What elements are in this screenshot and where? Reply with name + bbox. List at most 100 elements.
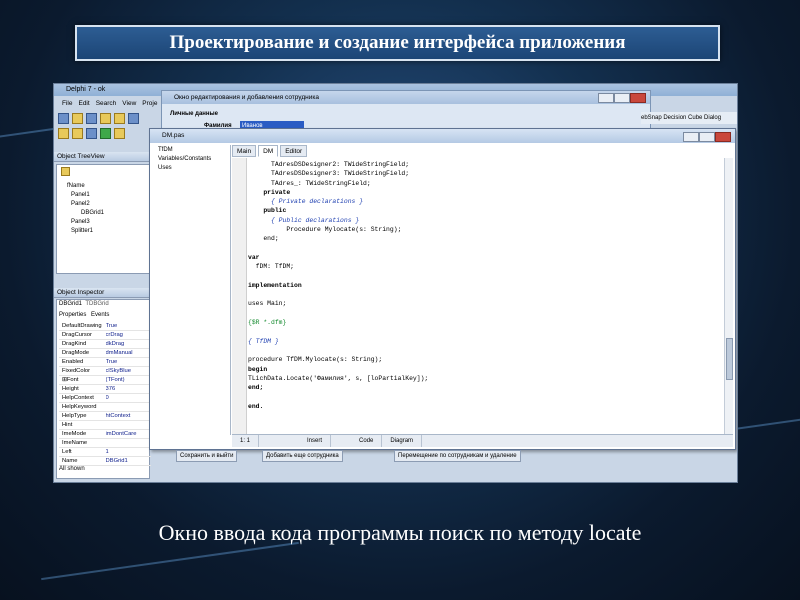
property-row[interactable]: ImeMode imDontCare [59,430,151,439]
code-area[interactable]: TAdresDSDesigner2: TWideStringField; TAd… [248,160,718,435]
code-line: uses Main; [248,300,287,308]
menu-file[interactable]: File [62,98,72,110]
property-row[interactable]: HelpKeyword [59,403,151,412]
tree-item[interactable]: Panel2 [71,201,90,207]
units-icon[interactable] [58,128,69,139]
property-row[interactable]: DragKind dkDrag [59,340,151,349]
property-name: Left [62,449,72,455]
property-row[interactable]: ⊞Font (TFont) [59,376,151,385]
property-value[interactable]: 376 [106,385,151,393]
tree-toolbar-icon[interactable] [61,167,70,176]
menu-edit[interactable]: Edit [78,98,89,110]
tab-dm[interactable]: DM [258,145,279,157]
insert-mode: Insert [299,435,332,447]
property-row[interactable]: ImeName [59,439,151,448]
open-icon[interactable] [72,113,83,124]
property-row[interactable]: Hint [59,421,151,430]
property-row[interactable]: HelpType htContext [59,412,151,421]
property-row[interactable]: FixedColor clSkyBlue [59,367,151,376]
minimize-icon[interactable] [683,132,699,142]
navigate-button[interactable]: Перемещение по сотрудникам и удаление [394,450,521,462]
close-icon[interactable] [630,93,646,103]
property-row[interactable]: HelpContext 0 [59,394,151,403]
property-name: DragKind [62,341,87,347]
property-value[interactable] [106,439,151,447]
property-value[interactable]: dmManual [106,349,151,357]
inspector-area: DBGrid1 TDBGrid Properties Events Defaul… [56,299,151,479]
inspector-object-select[interactable]: DBGrid1 TDBGrid [59,301,109,307]
property-row[interactable]: DragMode dmManual [59,349,151,358]
property-row[interactable]: Left 1 [59,448,151,457]
explorer-item[interactable]: Variables/Constants [158,156,211,162]
tab-properties[interactable]: Properties [59,312,86,318]
property-value[interactable]: htContext [106,412,151,420]
delphi-menu: File Edit Search View Proje [54,98,162,110]
code-line: procedure TfDM.Mylocate(s: String); [248,356,383,364]
tab-diagram[interactable]: Diagram [382,435,423,447]
property-row[interactable]: DragCursor crDrag [59,331,151,340]
property-name: HelpContext [62,395,94,401]
property-value[interactable]: crDrag [106,331,151,339]
property-value[interactable]: (TFont) [106,376,151,384]
code-line: { TfDM } [248,337,279,345]
property-value[interactable]: DBGrid1 [106,457,151,465]
explorer-item[interactable]: TfDM [158,147,173,153]
scroll-thumb[interactable] [726,338,733,380]
code-line: TAdres_: TWideStringField; [248,179,371,187]
remove-icon[interactable] [128,113,139,124]
open-project-icon[interactable] [114,113,125,124]
save-exit-button[interactable]: Сохранить и выйти [176,450,238,462]
component-palette[interactable]: ebSnap Decision Cube Dialog [641,112,737,124]
tab-main[interactable]: Main [232,145,257,157]
property-name: DefaultDrawing [62,323,102,329]
property-value[interactable]: 1 [106,448,151,456]
property-row[interactable]: DefaultDrawing True [59,322,151,331]
add-employee-button[interactable]: Добавить еще сотрудника [262,450,343,462]
property-value[interactable]: imDontCare [106,430,151,438]
code-line: private [248,188,291,196]
tab-editor[interactable]: Editor [280,145,308,157]
menu-view[interactable]: View [122,98,136,110]
close-icon[interactable] [715,132,731,142]
tree-item[interactable]: Panel3 [71,219,90,225]
property-name: ImeMode [62,431,87,437]
toolbar-debug [58,127,125,140]
editor-status-bar: 1: 1 Insert Code Diagram [232,434,733,447]
toggle-icon[interactable] [86,128,97,139]
tree-item[interactable]: Splitter1 [71,228,93,234]
property-name: Name [62,458,78,464]
property-value[interactable]: clSkyBlue [106,367,151,375]
tree-item[interactable]: DBGrid1 [81,210,104,216]
property-row[interactable]: Enabled True [59,358,151,367]
property-value[interactable]: 0 [106,394,151,402]
property-name: ⊞Font [62,377,79,383]
maximize-icon[interactable] [699,132,715,142]
property-value[interactable] [106,421,151,429]
property-value[interactable]: True [106,322,151,330]
tree-item[interactable]: fName [67,183,85,189]
property-row[interactable]: Height 376 [59,385,151,394]
pause-icon[interactable] [114,128,125,139]
save-icon[interactable] [86,113,97,124]
menu-search[interactable]: Search [96,98,117,110]
code-line: TAdresDSDesigner3: TWideStringField; [248,170,410,178]
minimize-icon[interactable] [598,93,614,103]
cursor-position: 1: 1 [232,435,260,447]
tree-item[interactable]: Panel1 [71,192,90,198]
property-value[interactable]: dkDrag [106,340,151,348]
property-value[interactable]: True [106,358,151,366]
tab-events[interactable]: Events [91,312,109,318]
explorer-item[interactable]: Uses [158,165,172,171]
maximize-icon[interactable] [614,93,630,103]
menu-project[interactable]: Proje [142,98,157,110]
forms-icon[interactable] [72,128,83,139]
property-value[interactable] [106,403,151,411]
slide-caption: Окно ввода кода программы поиск по метод… [158,520,642,545]
run-icon[interactable] [100,128,111,139]
new-icon[interactable] [58,113,69,124]
save-all-icon[interactable] [100,113,111,124]
property-row[interactable]: Name DBGrid1 [59,457,151,466]
vertical-scrollbar[interactable] [724,158,733,435]
tab-code[interactable]: Code [351,435,383,447]
